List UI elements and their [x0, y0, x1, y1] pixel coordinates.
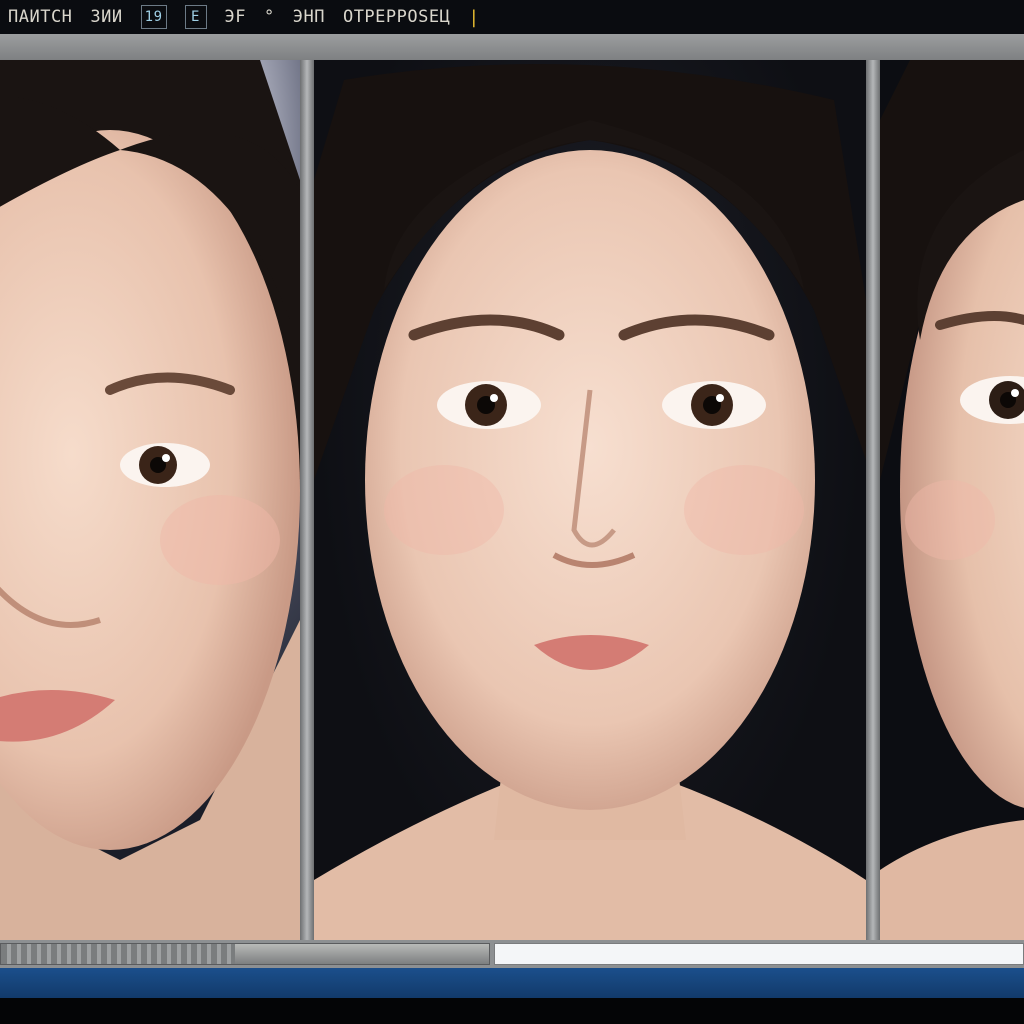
- toolbar-button-2[interactable]: E: [184, 5, 207, 29]
- portrait-panel-center[interactable]: [314, 60, 866, 940]
- menu-item-3[interactable]: ЭНП: [293, 7, 325, 27]
- portrait-left-image: [0, 60, 300, 940]
- text-caret: |: [468, 6, 480, 28]
- taskbar[interactable]: [0, 968, 1024, 998]
- status-input-field[interactable]: [494, 943, 1024, 965]
- image-comparison-area: [0, 60, 1024, 940]
- progress-bar: [0, 943, 490, 965]
- toolbar-button-4[interactable]: °: [264, 7, 275, 27]
- menu-item-4[interactable]: ОТРЕРРОSEЦ: [343, 7, 450, 27]
- status-bar: [0, 940, 1024, 968]
- menu-item-2[interactable]: ЗИИ: [90, 7, 122, 27]
- menu-bar: ПАИТСН ЗИИ 19 E ЭF ° ЭНП ОТРЕРРОSEЦ |: [0, 0, 1024, 34]
- portrait-right-image: [880, 60, 1024, 940]
- image-viewer-window: ПАИТСН ЗИИ 19 E ЭF ° ЭНП ОТРЕРРОSEЦ |: [0, 0, 1024, 1024]
- panel-divider-left[interactable]: [300, 60, 314, 940]
- portrait-panel-left[interactable]: [0, 60, 300, 940]
- bottom-border: [0, 998, 1024, 1024]
- portrait-panel-right[interactable]: [880, 60, 1024, 940]
- portrait-center-image: [314, 64, 866, 940]
- toolbar-strip: [0, 34, 1024, 60]
- toolbar-button-1[interactable]: 19: [140, 5, 167, 29]
- toolbar-button-3[interactable]: ЭF: [225, 7, 246, 27]
- menu-item-1[interactable]: ПАИТСН: [8, 7, 72, 27]
- panel-divider-right[interactable]: [866, 60, 880, 940]
- progress-fill: [1, 944, 236, 964]
